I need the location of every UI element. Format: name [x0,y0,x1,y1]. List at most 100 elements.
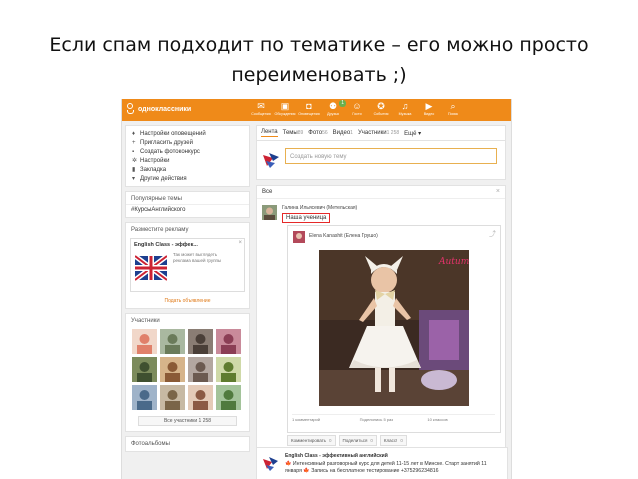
action-button-0[interactable]: Комментировать 0 [287,435,336,446]
tab-count: 1 258 [386,130,400,136]
caption-line-1: Если спам подходит по тематике – его мож… [49,34,589,56]
post-stat[interactable]: Поделились 5 раз [360,417,428,422]
post-stat[interactable]: 10 классов [427,417,495,422]
nav-label: Видео [423,112,435,116]
promo-avatar[interactable] [262,454,280,472]
sidebar-item[interactable]: ▪ Создать фотоконкурс [126,147,249,156]
close-icon[interactable]: × [238,240,242,246]
sidebar-item-label: Пригласить друзей [140,139,193,146]
nav-label: Гости [352,112,362,116]
tab-count: 1 [350,130,353,136]
tab-label: Фото [308,130,323,136]
nav-label: Оповещения [298,112,320,116]
member-avatar[interactable] [216,385,241,410]
sidebar-item[interactable]: ▮ Закладка [126,165,249,174]
envelope-icon: ✉ [257,101,265,111]
sidebar-item[interactable]: + Пригласить друзей [126,138,249,147]
nav-item-bell[interactable]: ◘ Оповещения [298,100,320,121]
tab-4[interactable]: Участники1 258 [358,130,399,136]
member-avatar[interactable] [216,329,241,354]
site-logo[interactable]: одноклассники [126,103,191,115]
tab-0[interactable]: Лента [261,129,278,137]
post-photo[interactable]: Autumn [319,250,469,406]
action-count: 0 [329,438,332,443]
music-icon: ♫ [401,101,409,111]
member-avatar[interactable] [188,385,213,410]
members-panel: Участники Все участники 1 258 [125,313,250,432]
nav-item-friends[interactable]: ⚉ Друзья 1 [322,100,346,121]
member-avatar[interactable] [160,385,185,410]
sidebar-item[interactable]: ▾ Другие действия [126,174,249,183]
author-avatar[interactable] [262,205,277,220]
member-avatar[interactable] [160,329,185,354]
sidebar-item[interactable]: ♦ Настройки оповещений [126,129,249,138]
tab-5[interactable]: Ещё ▾ [404,130,421,137]
nav-item-search[interactable]: ⌕ Поиск [442,100,464,121]
repost-author[interactable]: Elena Kanashit (Елена Грушо) [309,233,378,239]
group-avatar-icon [263,153,279,168]
topic-tag-link[interactable]: #КурсыАнглийского [126,204,249,217]
post-stat[interactable]: 1 комментарий [292,417,360,422]
advertise-panel: Разместите рекламу English Class - эффек… [125,222,250,309]
sidebar-item[interactable]: ✲ Настройки [126,156,249,165]
left-sidebar: ♦ Настройки оповещений + Пригласить друзей ▪… [125,125,250,452]
member-avatar[interactable] [160,357,185,382]
bell-icon: ♦ [132,130,136,137]
place-ad-link[interactable]: Подать объявление [126,295,249,308]
post-actions: Комментировать 0 Поделиться 0 Класс! 0 [287,435,410,446]
post-author[interactable]: Галина Ильясевич (Метельская) [282,205,357,211]
photo-albums-title[interactable]: Фотоальбомы [125,436,250,452]
member-avatar[interactable] [132,329,157,354]
member-avatar[interactable] [132,385,157,410]
slide-caption: Если спам подходит по тематике – его мож… [0,30,638,90]
group-menu: ♦ Настройки оповещений + Пригласить друзей ▪… [125,125,250,187]
tab-label: Лента [261,129,278,135]
promo-title[interactable]: English Class - эффективный английский [285,453,388,459]
notification-badge: 1 [339,100,346,107]
screenshot-panel: одноклассники ✉ Сообщения ▣ Обсуждения ◘ Опов… [121,99,512,479]
member-avatar[interactable] [132,357,157,382]
nav-item-music[interactable]: ♫ Музыка [394,100,416,121]
nav-item-events[interactable]: ✪ События [370,100,392,121]
caption-line-2: переименовать ;) [231,64,407,86]
main-column: Лента Темы89 Фото56 Видео1 Участники1 258 Ещё… [256,125,506,469]
top-nav: ✉ Сообщения ▣ Обсуждения ◘ Оповещения ⚉ Друзья 1… [250,100,466,121]
invite-icon: + [132,139,136,146]
tab-count: 56 [322,130,328,136]
feed-panel: Все × Галина Ильясевич (Метельская) Наша… [256,185,506,469]
tab-1[interactable]: Темы89 [283,130,304,136]
action-count: 0 [400,438,403,443]
nav-item-video[interactable]: ▶ Видео [418,100,440,121]
nav-item-envelope[interactable]: ✉ Сообщения [250,100,272,121]
sidebar-item-label: Другие действия [140,175,187,182]
chat-icon: ▣ [280,101,290,111]
tab-3[interactable]: Видео1 [333,130,353,136]
popular-topics-panel: Популярные темы #КурсыАнглийского [125,191,250,218]
member-avatar[interactable] [216,357,241,382]
advertise-title: Разместите рекламу [131,227,189,233]
new-topic-input[interactable]: Создать новую тему [285,148,497,164]
repost-avatar[interactable] [293,231,305,243]
ad-preview-card[interactable]: English Class - эффек... × Так может выг… [130,238,245,292]
nav-label: Обсуждения [274,112,296,116]
guests-icon: ☺ [352,101,362,111]
logo-text: одноклассники [138,105,192,113]
action-button-2[interactable]: Класс! 0 [379,435,407,446]
more-icon: ▾ [132,176,136,182]
all-members-button[interactable]: Все участники 1 258 [138,416,237,426]
tab-count: 89 [297,130,304,136]
share-icon[interactable]: ⤴ [489,229,496,239]
nav-item-guests[interactable]: ☺ Гости [346,100,368,121]
gear-icon: ✲ [132,158,138,164]
feed-filter-label[interactable]: Все [262,189,272,195]
action-button-1[interactable]: Поделиться 0 [338,435,377,446]
nav-item-chat[interactable]: ▣ Обсуждения [274,100,296,121]
nav-label: Друзья [327,112,339,116]
events-icon: ✪ [377,101,385,111]
members-grid [126,326,249,413]
feed-close-icon[interactable]: × [496,188,500,195]
tab-2[interactable]: Фото56 [308,130,327,136]
member-avatar[interactable] [188,357,213,382]
member-avatar[interactable] [188,329,213,354]
sidebar-item-label: Закладка [140,166,167,173]
